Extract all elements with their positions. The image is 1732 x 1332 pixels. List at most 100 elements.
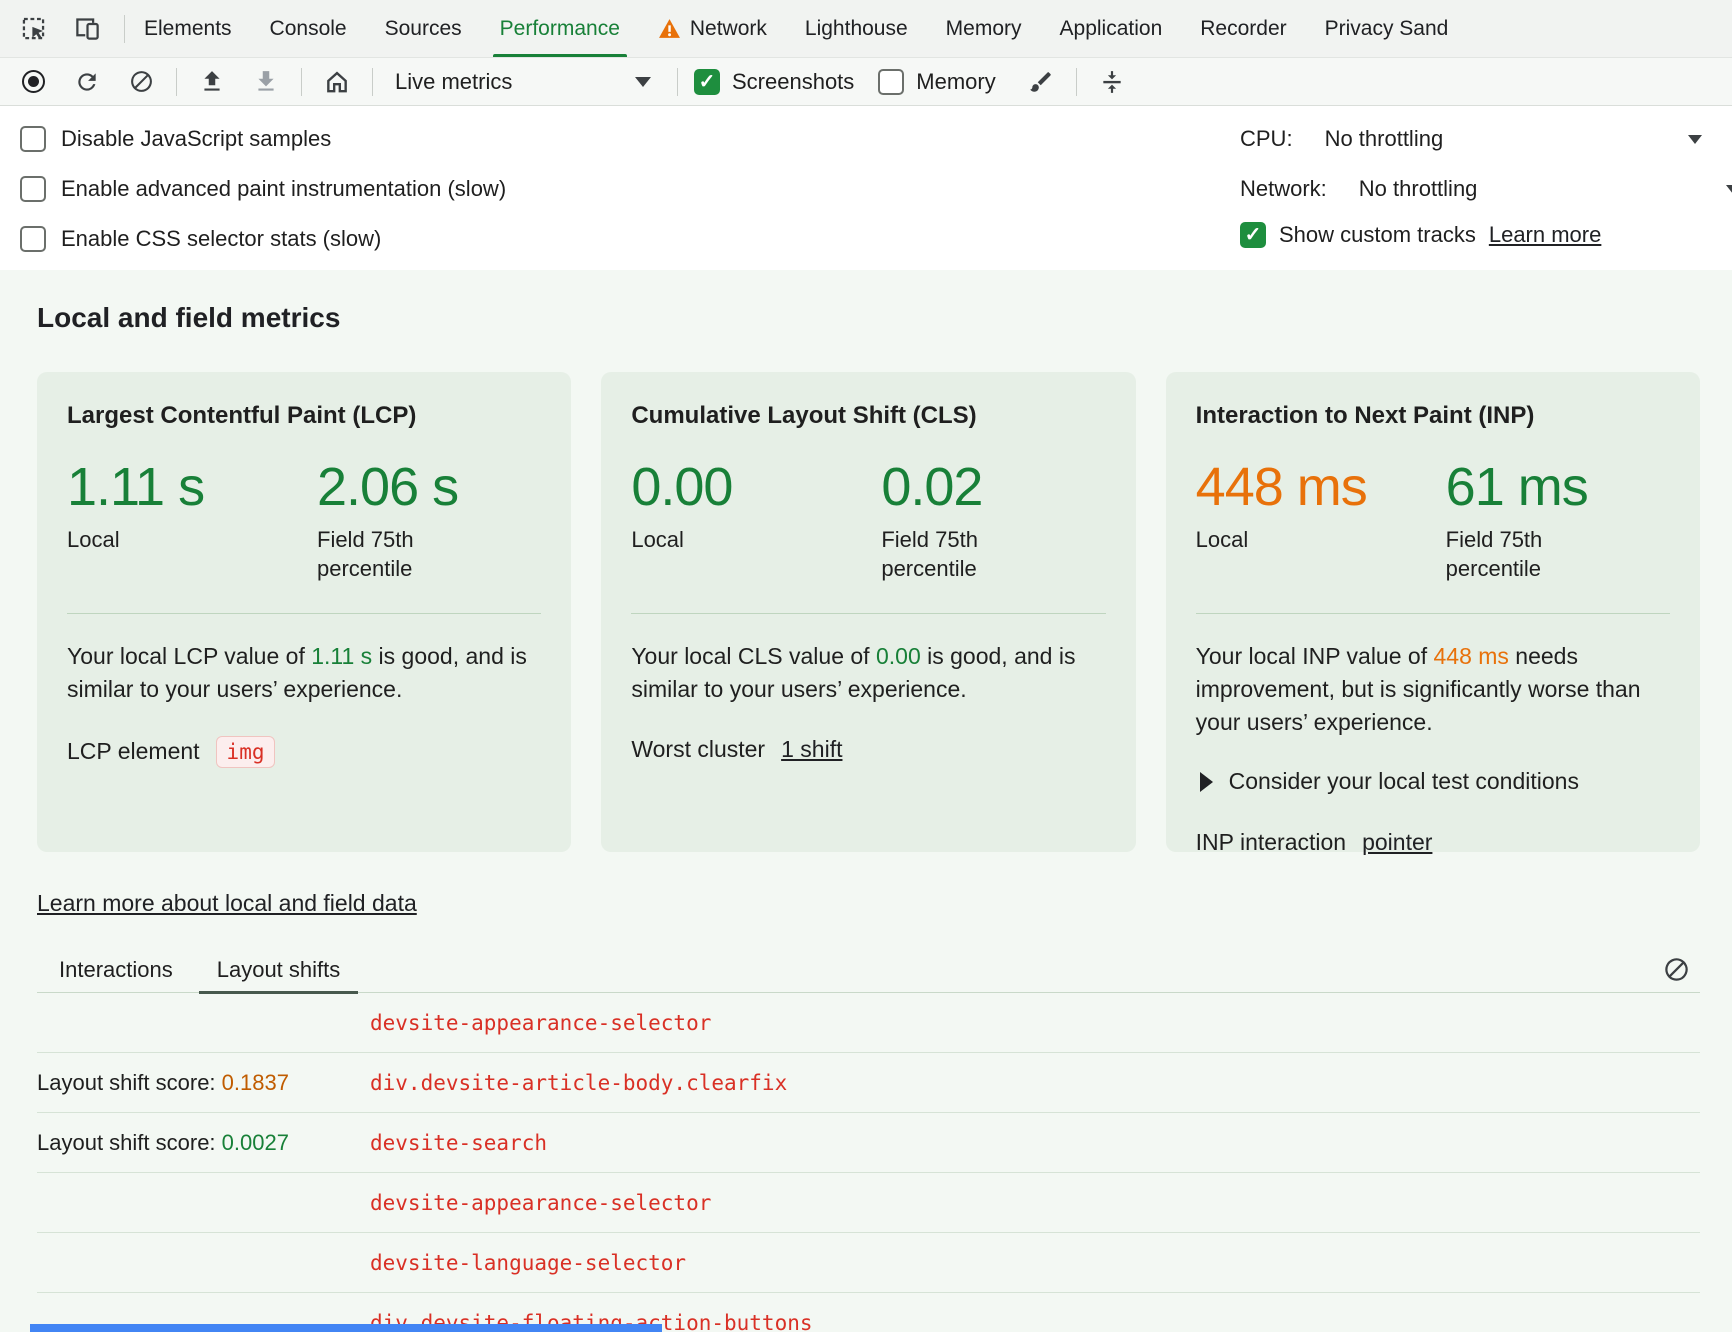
lcp-summary: Your local LCP value of 1.11 s is good, … [67, 640, 541, 705]
tab-privacy-sandbox[interactable]: Privacy Sand [1306, 0, 1468, 57]
field-label: Field 75th percentile [881, 526, 1071, 583]
card-title: Cumulative Layout Shift (CLS) [631, 402, 1105, 430]
tab-console[interactable]: Console [251, 0, 366, 57]
network-label: Network: [1240, 176, 1327, 202]
divider [631, 613, 1105, 614]
tab-interactions[interactable]: Interactions [37, 947, 195, 993]
inp-summary: Your local INP value of 448 ms needs imp… [1196, 640, 1670, 738]
lcp-local-value: 1.11 s [67, 460, 317, 514]
shift-element-link[interactable]: devsite-appearance-selector [370, 1011, 711, 1035]
divider [677, 68, 678, 96]
checkbox-label: Enable advanced paint instrumentation (s… [61, 176, 506, 202]
shifts-log: Interactions Layout shifts devsite-appea… [37, 947, 1700, 1332]
performance-toolbar: Live metrics Screenshots Memory [0, 58, 1732, 106]
layout-shift-row[interactable]: Layout shift score: 0.0027 devsite-searc… [37, 1113, 1700, 1173]
chevron-down-icon [1688, 135, 1702, 144]
local-test-conditions-disclosure[interactable]: Consider your local test conditions [1196, 768, 1670, 795]
learn-more-field-data-link[interactable]: Learn more about local and field data [37, 890, 417, 917]
reload-and-record-icon[interactable] [68, 63, 106, 101]
devtools-tab-bar: Elements Console Sources Performance Net… [0, 0, 1732, 58]
cls-local-value: 0.00 [631, 460, 881, 514]
tab-network[interactable]: Network [639, 0, 786, 57]
show-custom-tracks-row: Show custom tracks Learn more [1240, 222, 1601, 248]
layout-shift-row[interactable]: devsite-appearance-selector [37, 993, 1700, 1053]
local-label: Local [631, 526, 881, 555]
tab-recorder[interactable]: Recorder [1181, 0, 1305, 57]
card-title: Interaction to Next Paint (INP) [1196, 402, 1670, 430]
layout-shift-row[interactable]: devsite-appearance-selector [37, 1173, 1700, 1233]
panel-mode-select[interactable]: Live metrics [389, 64, 661, 100]
tab-lighthouse[interactable]: Lighthouse [786, 0, 927, 57]
layout-shift-row[interactable]: devsite-language-selector [37, 1233, 1700, 1293]
custom-tracks-label: Show custom tracks [1279, 222, 1476, 248]
cpu-label: CPU: [1240, 126, 1293, 152]
home-icon[interactable] [318, 63, 356, 101]
cpu-throttling-select[interactable]: CPU: No throttling [1240, 123, 1702, 155]
tab-memory[interactable]: Memory [927, 0, 1041, 57]
shift-score: 0.1837 [222, 1070, 289, 1095]
chevron-down-icon [635, 77, 651, 87]
lcp-element-link[interactable]: img [216, 736, 276, 768]
record-button[interactable] [14, 63, 52, 101]
divider [301, 68, 302, 96]
checkbox-unchecked-icon[interactable] [20, 226, 46, 252]
cls-card: Cumulative Layout Shift (CLS) 0.00 Local… [601, 372, 1135, 852]
device-toolbar-icon[interactable] [68, 10, 106, 48]
tab-elements[interactable]: Elements [125, 0, 251, 57]
lcp-card: Largest Contentful Paint (LCP) 1.11 s Lo… [37, 372, 571, 852]
load-profile-icon[interactable] [193, 63, 231, 101]
inp-field-value: 61 ms [1446, 460, 1636, 514]
performance-settings: Disable JavaScript samples Enable advanc… [0, 106, 1732, 270]
inp-local-value: 448 ms [1196, 460, 1446, 514]
divider [1076, 68, 1077, 96]
checkbox-checked-icon [694, 69, 720, 95]
divider [67, 613, 541, 614]
screenshots-checkbox[interactable]: Screenshots [694, 69, 854, 95]
chevron-down-icon [1726, 185, 1732, 194]
section-title: Local and field metrics [37, 302, 1700, 334]
shift-element-link[interactable]: devsite-language-selector [370, 1251, 686, 1275]
divider [176, 68, 177, 96]
checkbox-unchecked-icon[interactable] [20, 176, 46, 202]
divider [372, 68, 373, 96]
checkbox-label: Enable CSS selector stats (slow) [61, 226, 381, 252]
shift-element-link[interactable]: devsite-search [370, 1131, 547, 1155]
divider [1196, 613, 1670, 614]
cls-field-value: 0.02 [881, 460, 1071, 514]
lcp-field-value: 2.06 s [317, 460, 507, 514]
inp-card: Interaction to Next Paint (INP) 448 ms L… [1166, 372, 1700, 852]
garbage-collect-icon[interactable] [1022, 63, 1060, 101]
panel-mode-value: Live metrics [395, 69, 512, 95]
clear-log-icon[interactable] [1663, 956, 1690, 983]
tab-sources[interactable]: Sources [366, 0, 481, 57]
inp-interaction-label: INP interaction [1196, 829, 1346, 856]
shift-element-link[interactable]: div.devsite-article-body.clearfix [370, 1071, 787, 1095]
tab-application[interactable]: Application [1041, 0, 1182, 57]
layout-shift-row[interactable]: Layout shift score: 0.1837 div.devsite-a… [37, 1053, 1700, 1113]
inspect-element-icon[interactable] [14, 10, 52, 48]
save-profile-icon[interactable] [247, 63, 285, 101]
metric-cards: Largest Contentful Paint (LCP) 1.11 s Lo… [37, 372, 1700, 852]
tab-performance[interactable]: Performance [481, 0, 639, 57]
worst-cluster-link[interactable]: 1 shift [781, 736, 842, 763]
field-label: Field 75th percentile [317, 526, 507, 583]
shift-element-link[interactable]: devsite-appearance-selector [370, 1191, 711, 1215]
collapse-icon[interactable] [1093, 63, 1131, 101]
tab-layout-shifts[interactable]: Layout shifts [195, 947, 363, 993]
field-label: Field 75th percentile [1446, 526, 1636, 583]
live-metrics-panel: Local and field metrics Largest Contentf… [0, 270, 1732, 1332]
bottom-blue-strip [30, 1324, 662, 1332]
learn-more-link[interactable]: Learn more [1489, 222, 1602, 248]
checkbox-unchecked-icon [878, 69, 904, 95]
memory-checkbox[interactable]: Memory [878, 69, 995, 95]
network-value: No throttling [1359, 176, 1478, 202]
checkbox-checked-icon[interactable] [1240, 222, 1266, 248]
network-throttling-select[interactable]: Network: No throttling [1240, 173, 1732, 205]
checkbox-unchecked-icon[interactable] [20, 126, 46, 152]
local-label: Local [1196, 526, 1446, 555]
inp-interaction-link[interactable]: pointer [1362, 829, 1432, 856]
shift-score: 0.0027 [222, 1130, 289, 1155]
clear-icon[interactable] [122, 63, 160, 101]
checkbox-label: Disable JavaScript samples [61, 126, 331, 152]
cls-summary: Your local CLS value of 0.00 is good, an… [631, 640, 1105, 705]
